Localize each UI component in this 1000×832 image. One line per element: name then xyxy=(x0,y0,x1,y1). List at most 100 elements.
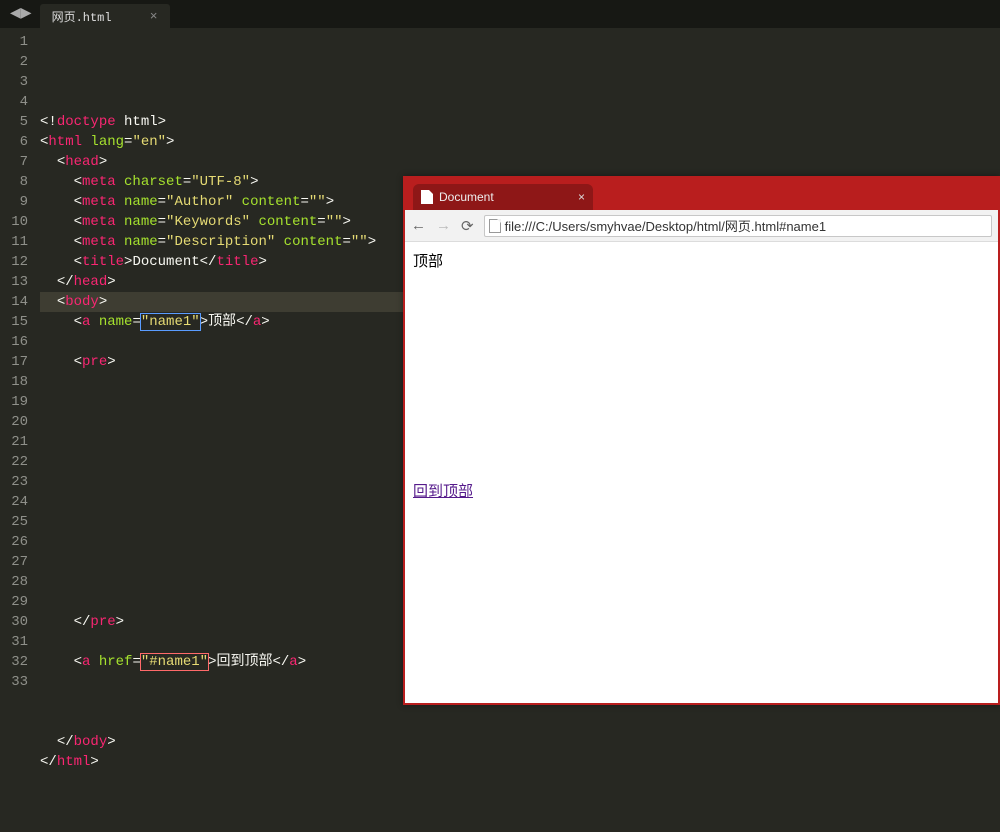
attr: charset xyxy=(124,174,183,190)
p: = xyxy=(158,194,166,210)
attr: content xyxy=(242,194,301,210)
p: < xyxy=(74,354,82,370)
p: = xyxy=(132,314,140,330)
editor-tab[interactable]: 网页.html × xyxy=(40,4,170,28)
str: "Keywords" xyxy=(166,214,250,230)
attr: content xyxy=(284,234,343,250)
p: = xyxy=(132,654,140,670)
attr: name xyxy=(124,194,158,210)
tag: meta xyxy=(82,194,116,210)
p: > xyxy=(343,214,351,230)
tag: title xyxy=(82,254,124,270)
browser-tab-title: Document xyxy=(439,190,494,204)
txt: 回到顶部 xyxy=(216,654,272,670)
tab-close-icon[interactable]: × xyxy=(150,9,158,24)
p: > xyxy=(368,234,376,250)
tag: head xyxy=(74,274,108,290)
p: </ xyxy=(74,614,91,630)
str: "UTF-8" xyxy=(191,174,250,190)
tag: pre xyxy=(90,614,115,630)
attr: name xyxy=(99,314,133,330)
selected-href-attr: "#name1" xyxy=(141,654,208,670)
attr: content xyxy=(258,214,317,230)
str: "" xyxy=(351,234,368,250)
tag: meta xyxy=(82,234,116,250)
back-icon[interactable]: ← xyxy=(411,217,426,234)
selected-name-attr: "name1" xyxy=(141,314,200,330)
p: > xyxy=(116,614,124,630)
str: "" xyxy=(309,194,326,210)
attr: href xyxy=(99,654,133,670)
p: = xyxy=(342,234,350,250)
tab-nav-arrows: ◀ ▶ xyxy=(2,0,40,28)
line-number-gutter: 1 2 3 4 5 6 7 8 9 10 11 12 13 14 15 16 1… xyxy=(0,28,40,705)
forward-icon[interactable]: → xyxy=(436,217,451,234)
p: </ xyxy=(40,754,57,770)
browser-window: Document × ← → ⟳ file:///C:/Users/smyhva… xyxy=(403,176,1000,705)
p: < xyxy=(74,234,82,250)
str: "en" xyxy=(132,134,166,150)
file-icon xyxy=(421,190,433,204)
page-top-text: 顶部 xyxy=(413,253,443,270)
tag: head xyxy=(65,154,99,170)
p: > xyxy=(250,174,258,190)
tag: body xyxy=(74,734,108,750)
p: > xyxy=(107,354,115,370)
p: < xyxy=(74,194,82,210)
browser-tab[interactable]: Document × xyxy=(413,184,593,210)
p: > xyxy=(99,154,107,170)
p: </ xyxy=(200,254,217,270)
p: = xyxy=(300,194,308,210)
punct: <! xyxy=(40,114,57,130)
tab-next-icon[interactable]: ▶ xyxy=(21,7,32,21)
address-bar[interactable]: file:///C:/Users/smyhvae/Desktop/html/网页… xyxy=(484,215,992,237)
p: > xyxy=(298,654,306,670)
str: "" xyxy=(326,214,343,230)
p: > xyxy=(107,274,115,290)
editor-tabbar: ◀ ▶ 网页.html × xyxy=(0,0,1000,28)
tag: meta xyxy=(82,174,116,190)
tag: a xyxy=(82,314,90,330)
p: > xyxy=(200,314,208,330)
tag: title xyxy=(216,254,258,270)
p: </ xyxy=(272,654,289,670)
attr: lang xyxy=(90,134,124,150)
p: > xyxy=(99,294,107,310)
reload-icon[interactable]: ⟳ xyxy=(461,217,474,235)
tag: doctype xyxy=(57,114,116,130)
p: > xyxy=(107,734,115,750)
tag: a xyxy=(289,654,297,670)
tag: meta xyxy=(82,214,116,230)
tag: html xyxy=(48,134,82,150)
p: < xyxy=(74,174,82,190)
str: "Description" xyxy=(166,234,275,250)
address-bar-url: file:///C:/Users/smyhvae/Desktop/html/网页… xyxy=(505,216,827,235)
punct: > xyxy=(158,114,166,130)
p: > xyxy=(261,314,269,330)
p: = xyxy=(158,234,166,250)
txt: html xyxy=(116,114,158,130)
browser-tabstrip: Document × xyxy=(405,178,998,210)
p: = xyxy=(183,174,191,190)
p: < xyxy=(74,214,82,230)
p: < xyxy=(74,654,82,670)
txt: 顶部 xyxy=(208,314,236,330)
attr: name xyxy=(124,234,158,250)
p: = xyxy=(317,214,325,230)
p: > xyxy=(90,754,98,770)
browser-tab-close-icon[interactable]: × xyxy=(578,190,585,204)
p: = xyxy=(158,214,166,230)
tag: a xyxy=(82,654,90,670)
p: < xyxy=(57,154,65,170)
p: </ xyxy=(57,274,74,290)
editor-tab-label: 网页.html xyxy=(52,8,138,25)
back-to-top-link[interactable]: 回到顶部 xyxy=(413,480,473,501)
tag: pre xyxy=(82,354,107,370)
p: < xyxy=(74,254,82,270)
tag: body xyxy=(65,294,99,310)
p: < xyxy=(57,294,65,310)
tab-prev-icon[interactable]: ◀ xyxy=(10,7,21,21)
p: < xyxy=(74,314,82,330)
p: </ xyxy=(57,734,74,750)
attr: name xyxy=(124,214,158,230)
